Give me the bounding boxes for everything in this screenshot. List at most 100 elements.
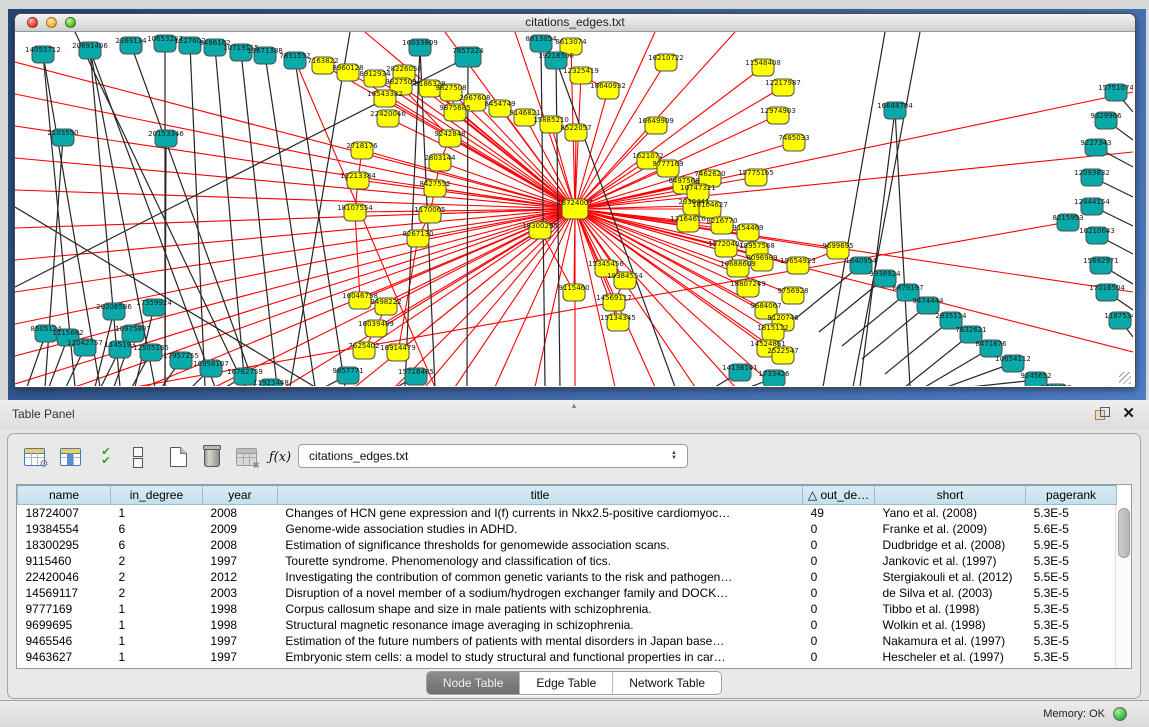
table-cell-short[interactable]: Franke et al. (2009) <box>874 521 1025 537</box>
table-cell-short[interactable]: Nakamura et al. (1997) <box>874 633 1025 649</box>
graph-edge[interactable] <box>575 92 1133 209</box>
table-cell-title[interactable]: Changes of HCN gene expression and I(f) … <box>277 505 802 521</box>
table-cell-year[interactable]: 1997 <box>202 553 277 569</box>
function-builder-icon[interactable]: ƒ(x) <box>266 442 294 472</box>
table-cell-pagerank[interactable]: 5.3E-5 <box>1026 617 1117 633</box>
table-cell-title[interactable]: Genome-wide association studies in ADHD. <box>277 521 802 537</box>
graph-edge[interactable] <box>853 32 920 386</box>
table-cell-in_degree[interactable]: 1 <box>110 649 202 665</box>
table-cell-title[interactable]: Corpus callosum shape and size in male p… <box>277 601 802 617</box>
table-cell-name[interactable]: 9465546 <box>18 633 111 649</box>
table-cell-year[interactable]: 1997 <box>202 649 277 665</box>
table-cell-year[interactable]: 2008 <box>202 505 277 521</box>
table-cell-out_degree[interactable]: 0 <box>803 521 875 537</box>
graph-edge[interactable] <box>556 60 675 386</box>
table-row[interactable]: 1872400712008Changes of HCN gene express… <box>18 505 1117 521</box>
network-window-titlebar[interactable]: citations_edges.txt <box>15 14 1135 32</box>
table-row[interactable]: 2242004622012Investigating the contribut… <box>18 569 1117 585</box>
table-cell-out_degree[interactable]: 0 <box>803 537 875 553</box>
table-cell-title[interactable]: Structural magnetic resonance image aver… <box>277 617 802 633</box>
minimize-window-icon[interactable] <box>46 17 57 28</box>
table-cell-year[interactable]: 2008 <box>202 537 277 553</box>
table-cell-short[interactable]: Wolkin et al. (1998) <box>874 617 1025 633</box>
table-cell-name[interactable]: 9115460 <box>18 553 111 569</box>
network-canvas[interactable]: 1872400771638228960128891293428226058982… <box>15 32 1133 386</box>
table-cell-out_degree[interactable]: 0 <box>803 569 875 585</box>
show-columns-icon[interactable] <box>56 442 84 472</box>
table-row[interactable]: 946362711997Embryonic stem cells: a mode… <box>18 649 1117 665</box>
table-row[interactable]: 1938455462009Genome-wide association stu… <box>18 521 1117 537</box>
table-cell-name[interactable]: 19384554 <box>18 521 111 537</box>
table-cell-out_degree[interactable]: 0 <box>803 585 875 601</box>
window-resize-grip[interactable] <box>1119 372 1131 384</box>
tab-network-table[interactable]: Network Table <box>612 672 721 694</box>
table-cell-pagerank[interactable]: 5.3E-5 <box>1026 633 1117 649</box>
table-cell-name[interactable]: 9777169 <box>18 601 111 617</box>
table-cell-pagerank[interactable]: 5.3E-5 <box>1026 553 1117 569</box>
column-header-name[interactable]: name <box>18 486 111 505</box>
network-window[interactable]: citations_edges.txt 18724007716382289601… <box>14 13 1136 388</box>
graph-edge[interactable] <box>15 62 575 209</box>
graph-edge[interactable] <box>842 292 908 346</box>
table-cell-title[interactable]: Embryonic stem cells: a model to study s… <box>277 649 802 665</box>
table-cell-year[interactable]: 2009 <box>202 521 277 537</box>
tab-node-table[interactable]: Node Table <box>427 672 520 694</box>
table-cell-name[interactable]: 18724007 <box>18 505 111 521</box>
table-cell-year[interactable]: 2012 <box>202 569 277 585</box>
close-window-icon[interactable] <box>27 17 38 28</box>
table-cell-pagerank[interactable]: 5.3E-5 <box>1026 505 1117 521</box>
table-row[interactable]: 977716911998Corpus callosum shape and si… <box>18 601 1117 617</box>
tab-edge-table[interactable]: Edge Table <box>519 672 612 694</box>
column-header-title[interactable]: title <box>277 486 802 505</box>
table-cell-pagerank[interactable]: 5.6E-5 <box>1026 521 1117 537</box>
table-cell-title[interactable]: Estimation of the future numbers of pati… <box>277 633 802 649</box>
column-header-out_degree[interactable]: △ out_de… <box>803 486 875 505</box>
table-cell-year[interactable]: 1998 <box>202 617 277 633</box>
table-cell-name[interactable]: 14569117 <box>18 585 111 601</box>
graph-edge[interactable] <box>15 190 575 209</box>
graph-edge[interactable] <box>819 278 885 332</box>
table-cell-pagerank[interactable]: 5.9E-5 <box>1026 537 1117 553</box>
table-row[interactable]: 911546021997Tourette syndrome. Phenomeno… <box>18 553 1117 569</box>
column-header-in_degree[interactable]: in_degree <box>110 486 202 505</box>
table-cell-title[interactable]: Tourette syndrome. Phenomenology and cla… <box>277 553 802 569</box>
table-cell-out_degree[interactable]: 0 <box>803 649 875 665</box>
graph-edge[interactable] <box>131 45 255 386</box>
table-cell-in_degree[interactable]: 6 <box>110 537 202 553</box>
table-cell-name[interactable]: 22420046 <box>18 569 111 585</box>
table-cell-out_degree[interactable]: 0 <box>803 617 875 633</box>
select-all-icon[interactable]: ✔✔ <box>92 442 120 472</box>
graph-edge[interactable] <box>265 55 315 386</box>
table-cell-short[interactable]: Dudbridge et al. (2008) <box>874 537 1025 553</box>
table-cell-in_degree[interactable]: 2 <box>110 569 202 585</box>
table-row[interactable]: 1456911722003Disruption of a novel membe… <box>18 585 1117 601</box>
table-row[interactable]: 946554611997Estimation of the future num… <box>18 633 1117 649</box>
create-column-icon[interactable] <box>164 442 192 472</box>
table-cell-year[interactable]: 1998 <box>202 601 277 617</box>
memory-status-icon[interactable] <box>1113 707 1127 721</box>
table-cell-in_degree[interactable]: 2 <box>110 585 202 601</box>
table-cell-short[interactable]: Jankovic et al. (1997) <box>874 553 1025 569</box>
table-cell-title[interactable]: Estimation of significance thresholds fo… <box>277 537 802 553</box>
table-cell-short[interactable]: Stergiakouli et al. (2012) <box>874 569 1025 585</box>
graph-edge[interactable] <box>15 158 575 209</box>
zoom-window-icon[interactable] <box>65 17 76 28</box>
node-table[interactable]: namein_degreeyeartitle△ out_de…shortpage… <box>16 484 1132 669</box>
table-row[interactable]: 969969511998Structural magnetic resonanc… <box>18 617 1117 633</box>
table-cell-out_degree[interactable]: 0 <box>803 633 875 649</box>
float-panel-icon[interactable] <box>1095 407 1109 421</box>
graph-edge[interactable] <box>862 305 928 359</box>
table-cell-pagerank[interactable]: 5.5E-5 <box>1026 569 1117 585</box>
table-cell-short[interactable]: Hescheler et al. (1997) <box>874 649 1025 665</box>
table-cell-in_degree[interactable]: 2 <box>110 553 202 569</box>
table-row[interactable]: 1830029562008Estimation of significance … <box>18 537 1117 553</box>
graph-edge[interactable] <box>885 320 951 374</box>
table-scrollbar[interactable] <box>1115 505 1131 668</box>
table-options-icon[interactable]: ⚙ <box>20 442 48 472</box>
table-scrollbar-thumb[interactable] <box>1118 508 1130 558</box>
column-header-pagerank[interactable]: pagerank <box>1026 486 1117 505</box>
table-cell-in_degree[interactable]: 6 <box>110 521 202 537</box>
graph-edge[interactable] <box>575 209 1133 292</box>
column-header-year[interactable]: year <box>202 486 277 505</box>
graph-edge[interactable] <box>860 110 895 386</box>
